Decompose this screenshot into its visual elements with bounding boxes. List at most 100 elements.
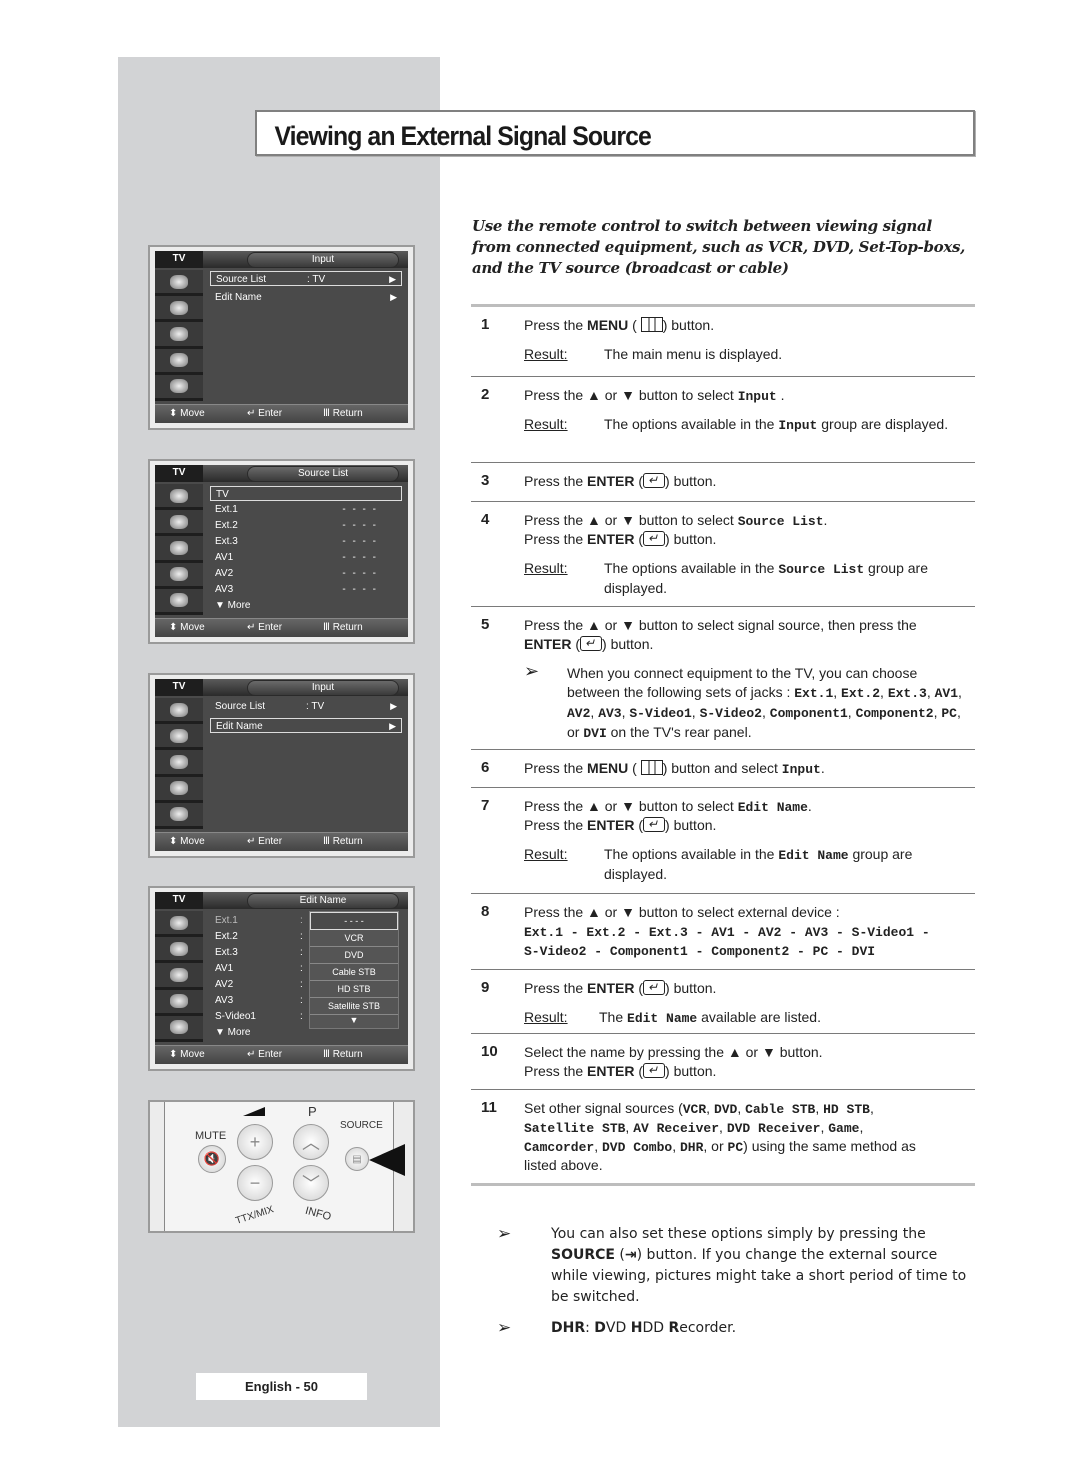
osd-menu-item[interactable]: TV — [210, 486, 402, 501]
osd-menu-item[interactable]: Source List: TV ▶ — [210, 699, 402, 714]
step-instruction: Satellite STB, AV Receiver, DVD Receiver… — [524, 1119, 864, 1136]
source-button[interactable]: ▤ — [345, 1147, 369, 1171]
step-number: 4 — [481, 511, 490, 528]
osd-move-hint: ⬍ Move — [169, 1049, 205, 1060]
dropdown-option[interactable]: VCR — [310, 930, 398, 947]
osd-menu-item[interactable]: Edit Name ▶ — [210, 718, 402, 733]
result-text: The main menu is displayed. — [604, 346, 783, 362]
input-icon[interactable] — [155, 698, 203, 725]
input-icon[interactable] — [155, 911, 203, 938]
sound-icon[interactable] — [155, 536, 203, 563]
input-icon[interactable] — [155, 484, 203, 511]
dropdown-more-icon[interactable]: ▼ — [310, 1015, 398, 1025]
osd-menu-item[interactable]: Edit Name ▶ — [210, 290, 402, 305]
input-icon[interactable] — [155, 270, 203, 297]
osd-menu-item[interactable]: AV1 - - - - — [210, 550, 402, 565]
osd-enter-hint: ↵ Enter — [247, 408, 283, 419]
osd-category-icons — [155, 270, 203, 402]
osd-menu-item[interactable]: ▼ More — [210, 598, 402, 613]
osd-item-colon: : — [300, 931, 303, 942]
step-instruction: Press the ▲ or ▼ button to select Input … — [524, 387, 785, 404]
result-label: Result: — [524, 416, 568, 432]
dropdown-option[interactable]: Satellite STB — [310, 998, 398, 1015]
osd-item-colon: : — [300, 915, 303, 926]
osd-name-dropdown[interactable]: - - - - VCR DVD Cable STB HD STB Satellite ST… — [309, 911, 399, 1029]
step-instruction: Press the ENTER () button. — [524, 1061, 716, 1081]
setup-icon[interactable] — [155, 1015, 203, 1043]
step-instruction: Press the ▲ or ▼ button to select Source… — [524, 512, 828, 529]
osd-footer: ⬍ Move ↵ Enter Ⅲ Return — [155, 404, 408, 423]
arrow-right-icon: ▶ — [389, 721, 396, 731]
osd-screen-edit-name: TV Edit Name Ext.1: Ext.2: Ext.3: AV1: AV2: AV3… — [148, 886, 415, 1071]
setup-icon[interactable] — [155, 802, 203, 830]
osd-panel: TV Input Source List: TV ▶ Edit Name ▶ ⬍ Move ↵… — [155, 679, 408, 851]
mute-icon: 🔇 — [203, 1151, 221, 1166]
osd-menu-item[interactable]: Source List: TV ▶ — [210, 271, 402, 286]
result-text: The options available in the Edit Name g… — [604, 846, 913, 882]
osd-menu-item[interactable]: Ext.2 - - - - — [210, 518, 402, 533]
channel-up-button[interactable]: ︿ — [293, 1124, 329, 1160]
dropdown-option[interactable]: DVD — [310, 947, 398, 964]
osd-menu-item[interactable]: AV3 - - - - — [210, 582, 402, 597]
step-instruction: Press the ENTER () button. — [524, 815, 716, 835]
page-title: Viewing an External Signal Source — [274, 121, 651, 151]
osd-item-label: Ext.3 — [215, 947, 238, 958]
step-number: 3 — [481, 472, 490, 489]
osd-item-value: - - - - — [342, 552, 378, 563]
picture-icon[interactable] — [155, 937, 203, 964]
channel-icon[interactable] — [155, 776, 203, 803]
step-note: When you connect equipment to the TV, yo… — [567, 665, 962, 741]
step-7: 7 Press the ▲ or ▼ button to select Edit … — [471, 787, 975, 894]
channel-icon[interactable] — [155, 989, 203, 1016]
step-instruction: S-Video2 - Component1 - Component2 - PC … — [524, 944, 876, 959]
osd-item-value: : TV — [307, 274, 326, 285]
channel-label: P — [308, 1104, 317, 1119]
osd-item-value: - - - - — [342, 584, 378, 595]
title-box: Viewing an External Signal Source — [255, 110, 975, 156]
osd-item-label: AV3 — [215, 995, 234, 1006]
step-number: 2 — [481, 386, 490, 403]
picture-icon[interactable] — [155, 724, 203, 751]
sound-icon[interactable] — [155, 322, 203, 349]
osd-item-label: ▼ More — [215, 600, 251, 611]
setup-icon[interactable] — [155, 374, 203, 402]
osd-tv-label: TV — [155, 679, 203, 696]
step-instruction: Select the name by pressing the ▲ or ▼ b… — [524, 1044, 823, 1060]
dropdown-current[interactable]: - - - - — [310, 912, 398, 930]
step-11: 11 Set other signal sources (VCR, DVD, Ca… — [471, 1089, 975, 1183]
step-4: 4 Press the ▲ or ▼ button to select Sourc… — [471, 501, 975, 607]
osd-tv-label: TV — [155, 251, 203, 268]
picture-icon[interactable] — [155, 510, 203, 537]
osd-menu-title: Edit Name — [247, 893, 399, 909]
volume-up-button[interactable]: + — [237, 1124, 273, 1160]
osd-panel: TV Edit Name Ext.1: Ext.2: Ext.3: AV1: AV2: AV3… — [155, 892, 408, 1064]
osd-item-label: AV2 — [215, 979, 234, 990]
osd-enter-hint: ↵ Enter — [247, 836, 283, 847]
osd-menu-title: Source List — [247, 466, 399, 482]
picture-icon[interactable] — [155, 296, 203, 323]
step-number: 7 — [481, 797, 490, 814]
setup-icon[interactable] — [155, 588, 203, 616]
osd-menu-item[interactable]: Ext.3 - - - - — [210, 534, 402, 549]
step-number: 1 — [481, 316, 490, 333]
dropdown-option[interactable]: HD STB — [310, 981, 398, 998]
sound-icon[interactable] — [155, 963, 203, 990]
osd-item-label: ▼ More — [215, 1027, 251, 1038]
osd-return-hint: Ⅲ Return — [323, 408, 363, 419]
note-arrow-icon: ➢ — [524, 661, 540, 681]
arrow-right-icon: ▶ — [390, 292, 397, 302]
osd-menu-title: Input — [247, 252, 399, 268]
sound-icon[interactable] — [155, 750, 203, 777]
channel-icon[interactable] — [155, 348, 203, 375]
osd-menu-item[interactable]: AV2 - - - - — [210, 566, 402, 581]
mute-button[interactable]: 🔇 — [198, 1145, 226, 1173]
channel-down-button[interactable]: ﹀ — [293, 1165, 329, 1201]
step-2: 2 Press the ▲ or ▼ button to select Input… — [471, 376, 975, 463]
dropdown-option[interactable]: Cable STB — [310, 964, 398, 981]
osd-item-label: S-Video1 — [215, 1011, 256, 1022]
channel-icon[interactable] — [155, 562, 203, 589]
volume-down-button[interactable]: − — [237, 1165, 273, 1201]
result-label: Result: — [524, 346, 568, 362]
osd-menu-item[interactable]: Ext.1 - - - - — [210, 502, 402, 517]
osd-return-hint: Ⅲ Return — [323, 1049, 363, 1060]
